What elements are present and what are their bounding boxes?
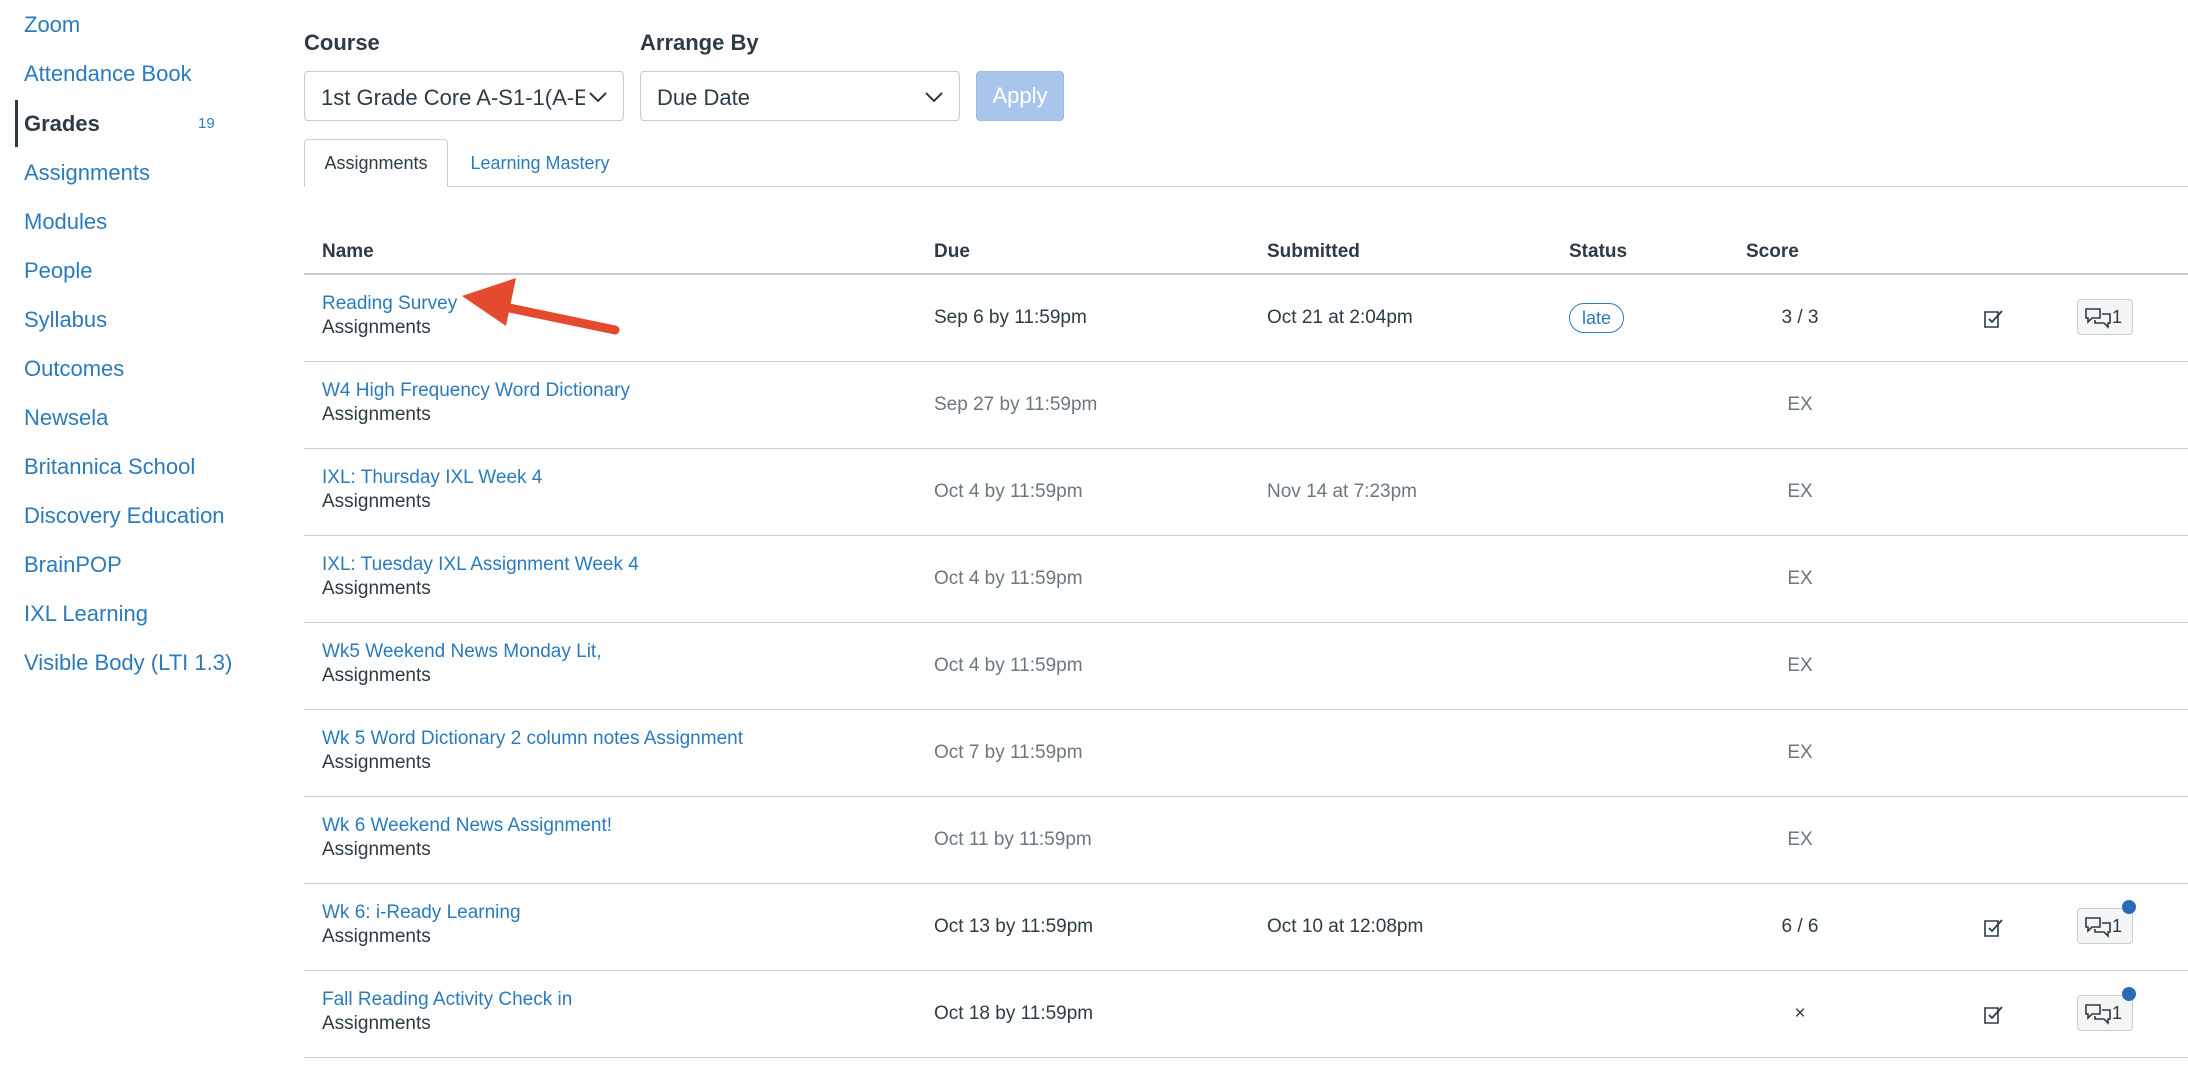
course-navigation: Zoom Attendance Book Grades 19 Assignmen… (0, 0, 260, 1072)
assignment-group: Assignments (322, 317, 431, 338)
due-date: Oct 18 by 11:59pm (934, 1003, 1094, 1024)
comments-button[interactable]: 1 (2077, 908, 2133, 944)
active-indicator (15, 100, 18, 147)
due-date: Sep 6 by 11:59pm (934, 307, 1087, 328)
score-value: EX (1787, 655, 1813, 676)
rubric-check-icon[interactable] (1982, 916, 2006, 940)
score-value: × (1794, 1003, 1806, 1024)
table-row: IXL: Thursday IXL Week 4 Assignments Oct 4… (304, 449, 2188, 536)
submitted-date: Oct 10 at 12:08pm (1267, 916, 1424, 937)
table-row: W4 High Frequency Word Dictionary Assignm… (304, 362, 2188, 449)
sidebar-item-ixl-learning[interactable]: IXL Learning (24, 601, 148, 627)
comment-bubbles-icon (2085, 308, 2111, 329)
assignment-group: Assignments (322, 1013, 431, 1034)
status-badge: late (1569, 303, 1625, 333)
sidebar-item-people[interactable]: People (24, 258, 93, 284)
assignment-group: Assignments (322, 665, 431, 686)
rubric-check-icon[interactable] (1982, 307, 2006, 331)
due-date: Oct 13 by 11:59pm (934, 916, 1094, 937)
assignment-link[interactable]: IXL: Tuesday IXL Assignment Week 4 (322, 554, 639, 576)
column-header-score: Score (1746, 241, 1799, 262)
assignment-group: Assignments (322, 926, 431, 947)
sidebar-item-outcomes[interactable]: Outcomes (24, 356, 124, 382)
sidebar-item-assignments[interactable]: Assignments (24, 160, 150, 186)
sidebar-item-attendance-book[interactable]: Attendance Book (24, 61, 192, 87)
unread-indicator (2122, 987, 2136, 1001)
chevron-down-icon (585, 84, 611, 110)
assignment-link[interactable]: Reading Survey (322, 293, 457, 315)
chevron-down-icon (921, 84, 947, 110)
score-value: 3 / 3 (1781, 307, 1819, 328)
sidebar-item-grades[interactable]: Grades (24, 111, 100, 137)
submitted-date: Oct 21 at 2:04pm (1267, 307, 1413, 328)
assignment-group: Assignments (322, 491, 431, 512)
comments-button[interactable]: 1 (2077, 995, 2133, 1031)
sidebar-item-modules[interactable]: Modules (24, 209, 107, 235)
assignment-link[interactable]: Wk5 Weekend News Monday Lit, (322, 641, 602, 663)
assignment-group: Assignments (322, 404, 431, 425)
comment-bubbles-icon (2085, 917, 2111, 938)
apply-button[interactable]: Apply (976, 71, 1064, 121)
sidebar-item-zoom[interactable]: Zoom (24, 12, 80, 38)
assignment-group: Assignments (322, 752, 431, 773)
sidebar-item-discovery-education[interactable]: Discovery Education (24, 503, 225, 529)
sidebar-item-visible-body[interactable]: Visible Body (LTI 1.3) (24, 650, 232, 676)
due-date: Oct 11 by 11:59pm (934, 829, 1092, 850)
arrange-by-label: Arrange By (640, 30, 759, 55)
arrange-by-value: Due Date (657, 85, 750, 110)
grades-count-badge: 19 (198, 115, 215, 132)
sidebar-item-britannica-school[interactable]: Britannica School (24, 454, 195, 480)
comment-count: 1 (2112, 916, 2123, 936)
due-date: Sep 27 by 11:59pm (934, 394, 1098, 415)
comment-bubbles-icon (2085, 1004, 2111, 1025)
sidebar-item-brainpop[interactable]: BrainPOP (24, 552, 122, 578)
unread-indicator (2122, 900, 2136, 914)
sidebar-item-syllabus[interactable]: Syllabus (24, 307, 107, 333)
assignment-group: Assignments (322, 578, 431, 599)
score-value: EX (1787, 742, 1813, 763)
column-header-submitted: Submitted (1267, 241, 1360, 262)
comment-count: 1 (2112, 1003, 2123, 1023)
due-date: Oct 4 by 11:59pm (934, 655, 1083, 676)
due-date: Oct 4 by 11:59pm (934, 481, 1083, 502)
table-row: IXL: Tuesday IXL Assignment Week 4 Assign… (304, 536, 2188, 623)
score-value: EX (1787, 568, 1813, 589)
sidebar-item-newsela[interactable]: Newsela (24, 405, 108, 431)
table-row: Fall Reading Activity Check in Assignment… (304, 971, 2188, 1058)
course-select[interactable]: 1st Grade Core A-S1-1(A-E (304, 71, 624, 121)
assignment-link[interactable]: Wk 6 Weekend News Assignment! (322, 815, 612, 837)
table-row: Wk5 Weekend News Monday Lit, Assignments O… (304, 623, 2188, 710)
rubric-check-icon[interactable] (1982, 1003, 2006, 1027)
column-header-name: Name (322, 241, 374, 262)
assignment-link[interactable]: Fall Reading Activity Check in (322, 989, 572, 1011)
score-value: EX (1787, 481, 1813, 502)
course-label: Course (304, 30, 380, 55)
assignment-link[interactable]: W4 High Frequency Word Dictionary (322, 380, 630, 402)
score-value: EX (1787, 829, 1813, 850)
annotation-arrow (462, 278, 620, 335)
table-row: Wk 6 Weekend News Assignment! Assignments… (304, 797, 2188, 884)
tab-assignments[interactable]: Assignments (304, 139, 448, 187)
submitted-date: Nov 14 at 7:23pm (1267, 481, 1417, 502)
table-row: Wk 5 Word Dictionary 2 column notes Assi… (304, 710, 2188, 797)
comments-button[interactable]: 1 (2077, 299, 2133, 335)
assignment-link[interactable]: Wk 5 Word Dictionary 2 column notes Assi… (322, 728, 743, 750)
assignment-group: Assignments (322, 839, 431, 860)
assignment-link[interactable]: IXL: Thursday IXL Week 4 (322, 467, 542, 489)
score-value: EX (1787, 394, 1813, 415)
arrange-by-select[interactable]: Due Date (640, 71, 960, 121)
comment-count: 1 (2112, 307, 2123, 327)
due-date: Oct 7 by 11:59pm (934, 742, 1083, 763)
table-row: Wk 6: i-Ready Learning Assignments Oct 13 … (304, 884, 2188, 971)
column-header-status: Status (1569, 241, 1628, 262)
tab-learning-mastery[interactable]: Learning Mastery (460, 139, 620, 187)
assignment-link[interactable]: Wk 6: i-Ready Learning (322, 902, 521, 924)
column-header-due: Due (934, 241, 970, 262)
due-date: Oct 4 by 11:59pm (934, 568, 1083, 589)
course-select-value: 1st Grade Core A-S1-1(A-E (321, 85, 589, 110)
score-value: 6 / 6 (1781, 916, 1819, 937)
